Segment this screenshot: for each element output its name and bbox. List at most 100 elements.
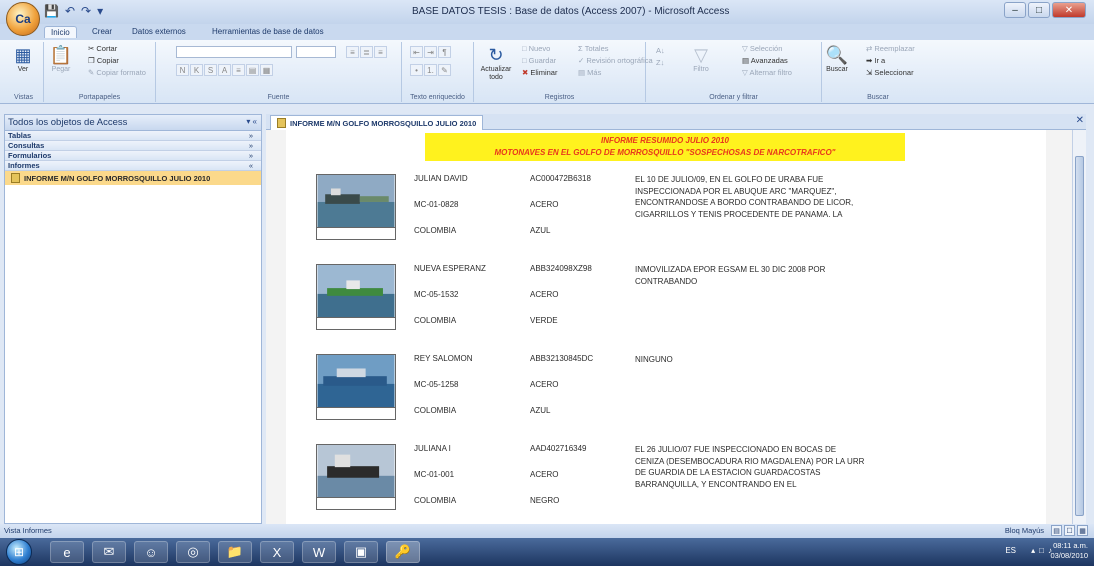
revision-button[interactable]: ✓ Revisión ortográfica [578, 56, 653, 65]
picture-taskbar-icon[interactable]: ▣ [344, 541, 378, 563]
layout-view-icon[interactable]: ▦ [1077, 525, 1088, 536]
tab-crear[interactable]: Crear [86, 26, 118, 37]
chevron-up-icon: « [248, 161, 253, 170]
vertical-scrollbar[interactable] [1072, 130, 1086, 524]
actualizar-button[interactable]: ↻ Actualizar todo [476, 44, 516, 82]
record-material: ACERO [530, 200, 559, 209]
record-registration: MC-05-1532 [414, 290, 459, 299]
document-tab-label: INFORME M/N GOLFO MORROSQUILLO JULIO 201… [290, 118, 477, 128]
report-header: INFORME RESUMIDO JULIO 2010 MOTONAVES EN… [425, 133, 905, 161]
ir-a-button[interactable]: ➡ Ir a [866, 56, 885, 65]
fill-color-button[interactable]: ▤ [246, 64, 259, 76]
document-tab-bar: INFORME M/N GOLFO MORROSQUILLO JULIO 201… [266, 114, 1086, 130]
qat-menu-icon[interactable]: ▾ [97, 4, 103, 18]
buscar-button[interactable]: 🔍 Buscar [826, 44, 848, 74]
eliminar-button[interactable]: ✖ Eliminar [522, 68, 557, 77]
chrome-taskbar-icon[interactable]: ◎ [176, 541, 210, 563]
record-code: ABB32130845DC [530, 354, 594, 363]
record-color: AZUL [530, 226, 551, 235]
seleccionar-button[interactable]: ⇲ Seleccionar [866, 68, 914, 77]
pegar-button[interactable]: 📋 Pegar [50, 44, 72, 74]
record-registration: MC-01-0828 [414, 200, 459, 209]
excel-taskbar-icon[interactable]: X [260, 541, 294, 563]
numbering-icon[interactable]: 1. [424, 64, 437, 76]
scroll-thumb[interactable] [1075, 156, 1084, 516]
filtro-button[interactable]: ▽ Filtro [690, 44, 712, 74]
nav-item-report[interactable]: INFORME M/N GOLFO MORROSQUILLO JULIO 201… [5, 171, 261, 185]
taskbar: ⊞ e ✉ ☺ ◎ 📁 X W ▣ 🔑 ES ▴ □ ♪ 08:11 a.m. … [0, 538, 1094, 566]
font-size-box[interactable] [296, 46, 336, 58]
messenger-taskbar-icon[interactable]: ☺ [134, 541, 168, 563]
tab-herramientas[interactable]: Herramientas de base de datos [206, 26, 330, 37]
rtl-icon[interactable]: ¶ [438, 46, 451, 58]
copiar-label: Copiar [96, 56, 119, 65]
align-icon[interactable]: ≡ [346, 46, 359, 58]
language-indicator[interactable]: ES [1005, 546, 1016, 555]
cortar-button[interactable]: ✂ Cortar [88, 44, 117, 53]
underline-button[interactable]: S [204, 64, 217, 76]
alternar-filtro-button[interactable]: ▽ Alternar filtro [742, 68, 792, 77]
record-material: ACERO [530, 290, 559, 299]
alternar-label: Alternar filtro [749, 68, 792, 77]
document-tab[interactable]: INFORME M/N GOLFO MORROSQUILLO JULIO 201… [270, 115, 484, 130]
italic-button[interactable]: K [190, 64, 203, 76]
totales-button[interactable]: Σ Totales [578, 44, 609, 53]
mas-button[interactable]: ▤ Más [578, 68, 601, 77]
group-texto: ⇤ ⇥ ¶ • 1. ✎ Texto enriquecido [402, 42, 474, 102]
close-icon[interactable]: ✕ [1076, 115, 1084, 126]
clock[interactable]: 08:11 a.m. 03/08/2010 [1050, 541, 1088, 561]
maximize-button[interactable]: □ [1028, 2, 1050, 18]
redo-icon[interactable]: ↷ [81, 4, 91, 18]
nav-category-formularios[interactable]: Formularios » [5, 151, 261, 161]
nav-header[interactable]: Todos los objetos de Access ▾ « [5, 115, 261, 131]
tab-inicio[interactable]: Inicio [44, 26, 77, 38]
tab-datos-externos[interactable]: Datos externos [126, 26, 192, 37]
record-description: EL 10 DE JULIO/09, EN EL GOLFO DE URABA … [635, 175, 854, 219]
bullets-icon[interactable]: • [410, 64, 423, 76]
folder-taskbar-icon[interactable]: 📁 [218, 541, 252, 563]
nav-category-tablas[interactable]: Tablas » [5, 131, 261, 141]
ie-taskbar-icon[interactable]: e [50, 541, 84, 563]
save-icon[interactable]: 💾 [44, 4, 59, 18]
decrease-indent-icon[interactable]: ⇤ [410, 46, 423, 58]
arrow-up-icon[interactable]: ▴ [1031, 546, 1035, 555]
bold-button[interactable]: N [176, 64, 189, 76]
increase-indent-icon[interactable]: ⇥ [424, 46, 437, 58]
word-taskbar-icon[interactable]: W [302, 541, 336, 563]
guardar-button[interactable]: □ Guardar [522, 56, 556, 65]
right-icon[interactable]: ≡ [374, 46, 387, 58]
access-taskbar-icon[interactable]: 🔑 [386, 541, 420, 563]
office-button[interactable]: Ca [6, 2, 40, 36]
minimize-button[interactable]: – [1004, 2, 1026, 18]
seleccion-button[interactable]: ▽ Selección [742, 44, 782, 53]
chevron-down-icon: » [248, 141, 253, 150]
highlight-icon[interactable]: ✎ [438, 64, 451, 76]
network-icon[interactable]: □ [1039, 546, 1044, 555]
close-button[interactable]: ✕ [1052, 2, 1086, 18]
outlook-taskbar-icon[interactable]: ✉ [92, 541, 126, 563]
align-left-button[interactable]: ≡ [232, 64, 245, 76]
copiar-button[interactable]: ❐ Copiar [88, 56, 119, 65]
copiar-formato-button[interactable]: ✎ Copiar formato [88, 68, 146, 77]
undo-icon[interactable]: ↶ [65, 4, 75, 18]
nav-category-consultas[interactable]: Consultas » [5, 141, 261, 151]
seleccion-label: Selección [749, 44, 783, 53]
nav-collapse-icon[interactable]: ▾ « [246, 117, 257, 126]
report-icon [11, 173, 20, 183]
font-color-button[interactable]: A [218, 64, 231, 76]
start-button[interactable]: ⊞ [6, 539, 32, 565]
ver-label: Ver [17, 66, 29, 73]
font-name-box[interactable] [176, 46, 292, 58]
ver-button[interactable]: ▦ Ver [12, 44, 34, 74]
report-view-icon[interactable]: ▤ [1051, 525, 1062, 536]
nav-category-informes[interactable]: Informes « [5, 161, 261, 171]
nuevo-button[interactable]: □ Nuevo [522, 44, 550, 53]
reemplazar-button[interactable]: ⇄ Reemplazar [866, 44, 915, 53]
sort-asc-icon[interactable]: A↓ [656, 46, 665, 55]
avanzadas-button[interactable]: ▤ Avanzadas [742, 56, 788, 65]
print-preview-icon[interactable]: ☐ [1064, 525, 1075, 536]
center-icon[interactable]: ≣ [360, 46, 373, 58]
sort-desc-icon[interactable]: Z↓ [656, 58, 664, 67]
nav-category-label: Tablas [8, 131, 32, 140]
gridlines-button[interactable]: ▦ [260, 64, 273, 76]
